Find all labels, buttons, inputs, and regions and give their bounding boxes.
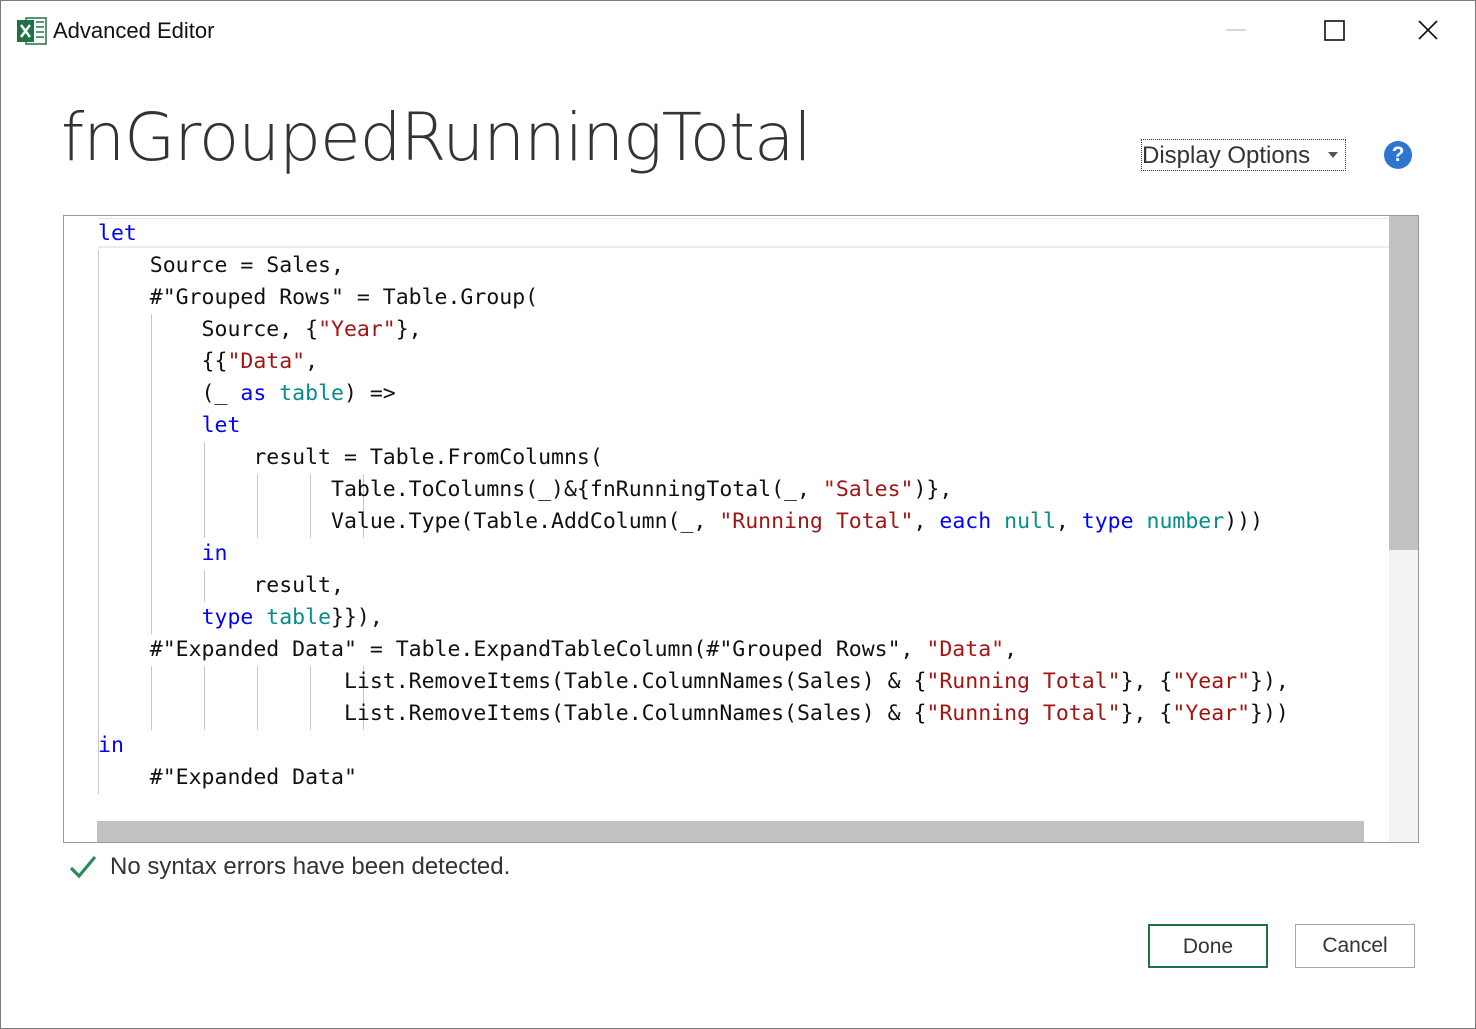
code-token: #"Expanded Data" — [98, 765, 357, 790]
help-icon[interactable]: ? — [1384, 141, 1412, 169]
code-token: Source = Sales, — [98, 253, 344, 278]
code-token: as — [240, 381, 267, 406]
code-token: result = Table.FromColumns( — [98, 445, 603, 470]
code-token: }), — [1250, 669, 1289, 694]
status-message: No syntax errors have been detected. — [110, 853, 511, 880]
code-editor[interactable]: let Source = Sales, #"Grouped Rows" = Ta… — [63, 215, 1419, 843]
code-token: table — [279, 381, 344, 406]
excel-icon — [17, 17, 47, 45]
maximize-icon[interactable] — [1312, 9, 1358, 53]
code-line[interactable]: result, — [98, 570, 344, 602]
code-token: #"Grouped Rows" = Table.Group( — [98, 285, 539, 310]
code-token: table — [266, 605, 332, 630]
code-token: let — [201, 413, 241, 438]
checkmark-icon — [69, 855, 97, 879]
code-line[interactable]: #"Expanded Data" = Table.ExpandTableColu… — [98, 634, 1017, 666]
code-token: "Year" — [1172, 669, 1251, 694]
chevron-down-icon — [1328, 152, 1338, 158]
code-line[interactable]: List.RemoveItems(Table.ColumnNames(Sales… — [98, 698, 1289, 730]
code-token: Table.ToColumns(_)&{fnRunningTotal(_, — [98, 477, 823, 502]
code-token: ) => — [343, 381, 396, 406]
code-token: in — [201, 541, 228, 566]
code-line[interactable]: Source = Sales, — [98, 250, 344, 282]
code-token: each — [939, 509, 992, 534]
close-icon[interactable] — [1405, 9, 1451, 53]
horizontal-scrollbar-thumb[interactable] — [97, 821, 1364, 842]
code-token: "Data" — [227, 349, 306, 374]
syntax-status: No syntax errors have been detected. — [69, 851, 669, 883]
code-token: number — [1146, 509, 1225, 534]
code-token: }, { — [1120, 669, 1173, 694]
code-token: , — [913, 509, 940, 534]
code-token: List.RemoveItems(Table.ColumnNames(Sales… — [98, 701, 927, 726]
window-title: Advanced Editor — [53, 18, 215, 43]
code-line[interactable]: type table}}), — [98, 602, 383, 634]
code-token: "Running Total" — [719, 509, 914, 534]
code-token: }, { — [1120, 701, 1173, 726]
code-token: "Year" — [318, 317, 396, 342]
code-line[interactable]: let — [98, 410, 241, 442]
code-token: null — [1004, 509, 1056, 534]
code-token: in — [98, 733, 124, 758]
code-token: #"Expanded Data" = Table.ExpandTableColu… — [98, 637, 927, 662]
code-token: , — [1055, 509, 1082, 534]
code-token: type — [1081, 509, 1134, 534]
code-line[interactable]: result = Table.FromColumns( — [98, 442, 603, 474]
code-token: "Running Total" — [926, 701, 1121, 726]
code-token: "Data" — [926, 637, 1005, 662]
display-options-label: Display Options — [1142, 142, 1311, 169]
code-token: Value.Type(Table.AddColumn(_, — [98, 509, 720, 534]
code-line[interactable]: #"Grouped Rows" = Table.Group( — [98, 282, 538, 314]
title-bar[interactable]: Advanced Editor — [1, 1, 1475, 61]
code-token: Source, { — [98, 317, 319, 342]
code-token: "Sales" — [822, 477, 914, 502]
code-line[interactable]: {{"Data", — [98, 346, 319, 378]
minimize-icon[interactable] — [1213, 9, 1259, 53]
code-token: {{ — [98, 349, 228, 374]
code-line[interactable]: #"Expanded Data" — [98, 762, 357, 794]
code-line[interactable]: let — [98, 218, 137, 250]
code-line[interactable]: (_ as table) => — [98, 378, 396, 410]
code-line[interactable]: Table.ToColumns(_)&{fnRunningTotal(_, "S… — [98, 474, 952, 506]
code-token: })) — [1250, 701, 1289, 726]
code-token: "Running Total" — [926, 669, 1121, 694]
query-name-heading: fnGroupedRunningTotal — [61, 99, 812, 176]
code-token: List.RemoveItems(Table.ColumnNames(Sales… — [98, 669, 927, 694]
code-line[interactable]: Source, {"Year"}, — [98, 314, 422, 346]
code-token: let — [98, 221, 137, 246]
cancel-button[interactable]: Cancel — [1295, 924, 1415, 968]
code-token: }}), — [331, 605, 383, 630]
done-button[interactable]: Done — [1148, 924, 1268, 968]
code-line[interactable]: Value.Type(Table.AddColumn(_, "Running T… — [98, 506, 1263, 538]
code-token: , — [1004, 637, 1018, 662]
code-token: result, — [98, 573, 344, 598]
code-line[interactable]: in — [98, 538, 228, 570]
code-token: (_ — [98, 381, 241, 406]
code-line[interactable]: List.RemoveItems(Table.ColumnNames(Sales… — [98, 666, 1289, 698]
vertical-scrollbar-thumb[interactable] — [1389, 216, 1418, 550]
current-line-highlight — [98, 218, 1418, 248]
code-token: "Year" — [1172, 701, 1251, 726]
advanced-editor-window: Advanced Editor fnGroupedRunningTotal Di… — [0, 0, 1476, 1029]
code-token: ))) — [1224, 509, 1264, 534]
code-token: }, — [395, 317, 422, 342]
code-token: )}, — [913, 477, 953, 502]
display-options-dropdown[interactable]: Display Options — [1141, 139, 1346, 171]
code-token: type — [201, 605, 254, 630]
code-line[interactable]: in — [98, 730, 124, 762]
code-token: , — [305, 349, 319, 374]
